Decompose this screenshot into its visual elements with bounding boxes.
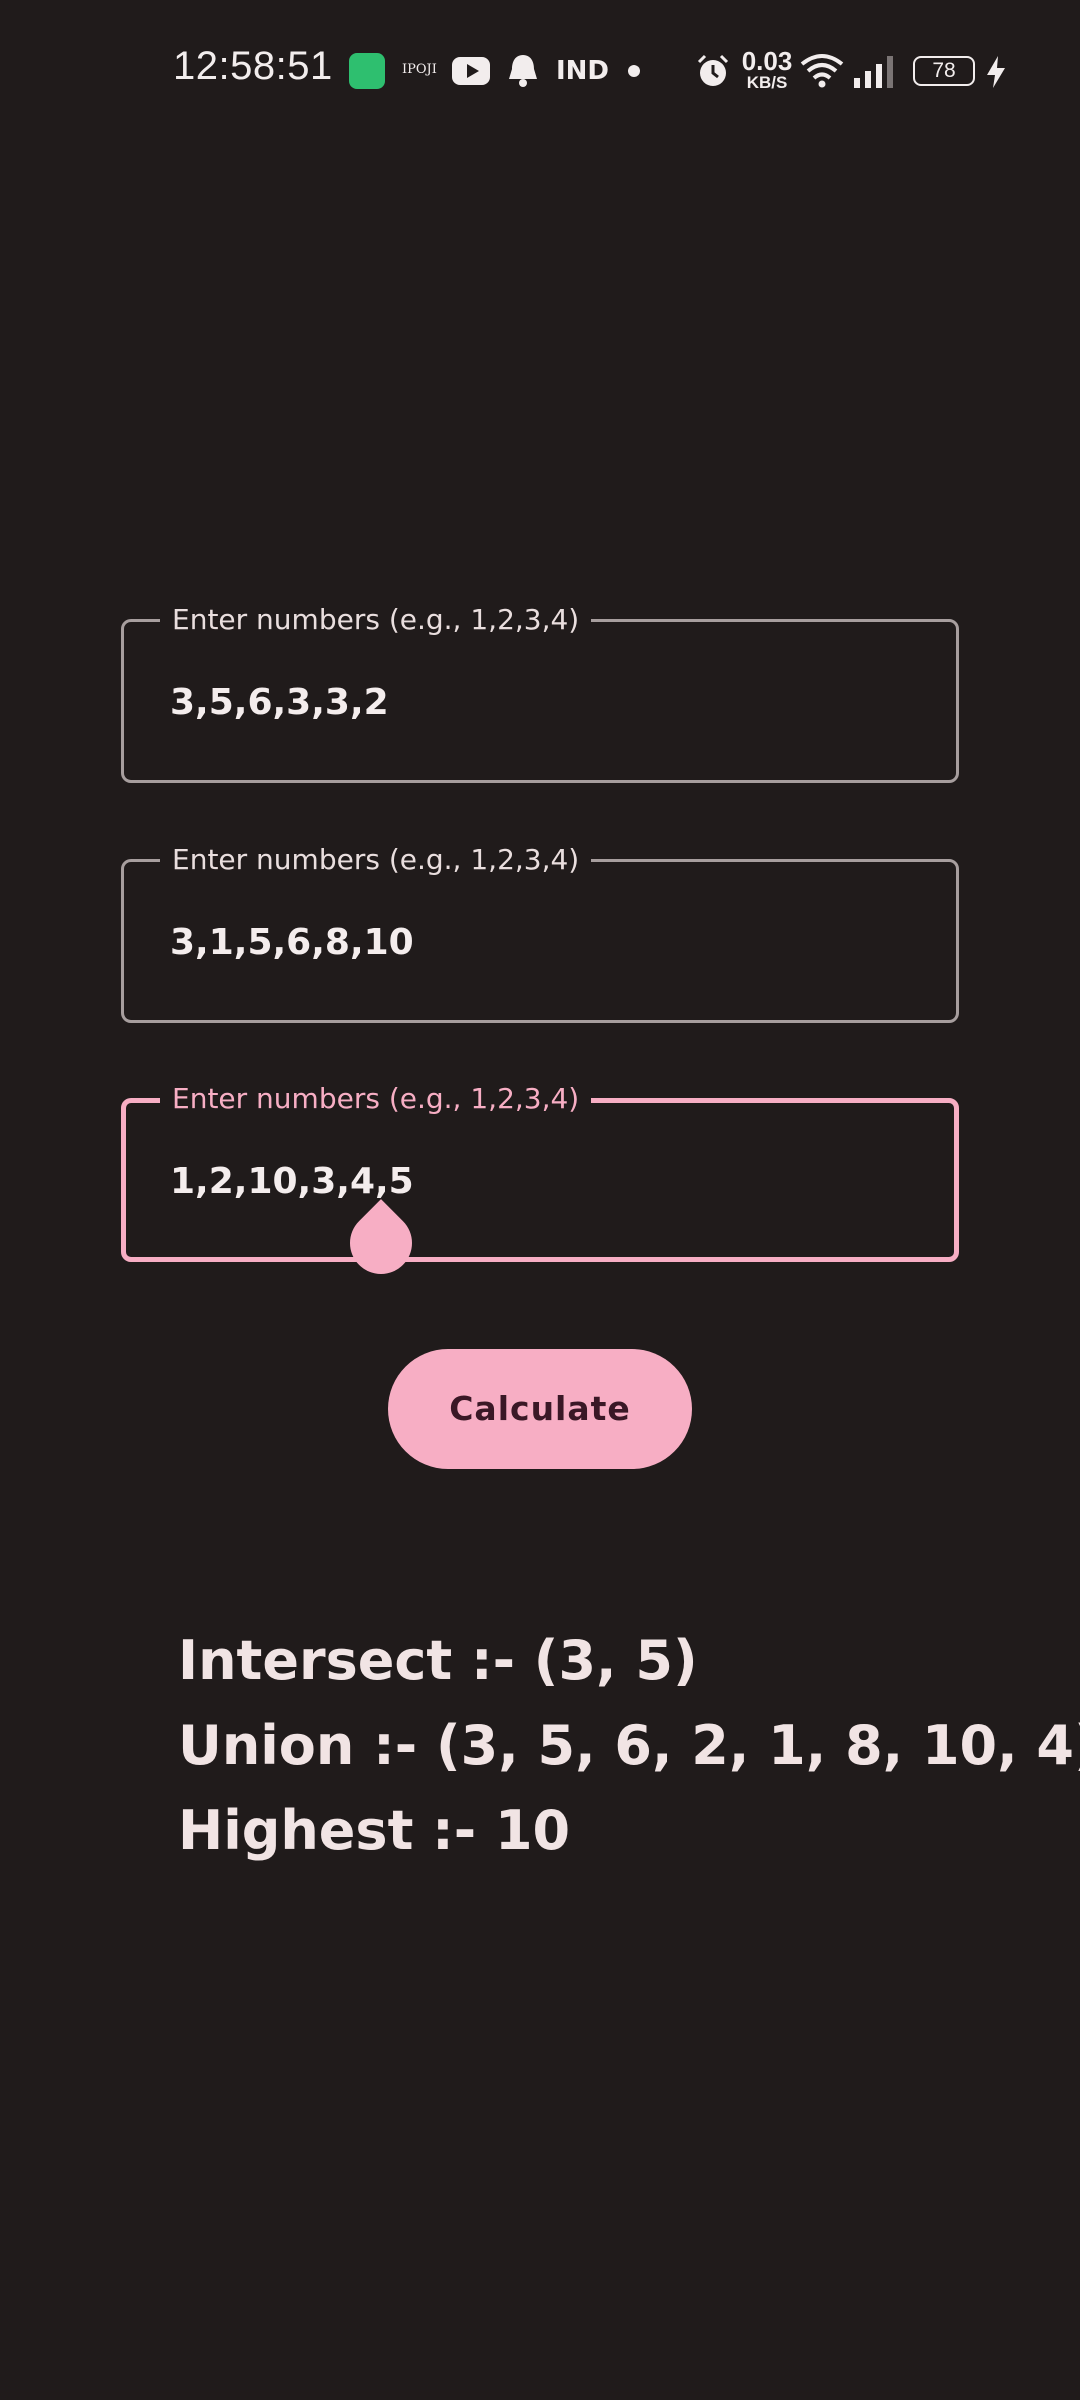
numbers-input-1-value[interactable]: 3,5,6,3,3,2	[170, 682, 389, 723]
numbers-input-1-label: Enter numbers (e.g., 1,2,3,4)	[160, 602, 592, 638]
numbers-input-3-value[interactable]: 1,2,10,3,4,5	[170, 1161, 414, 1202]
status-small-text: IPOJI	[402, 62, 437, 77]
network-label: IND	[556, 56, 610, 86]
speed-value: 0.03	[741, 46, 793, 76]
union-result: Union :- (3, 5, 6, 2, 1, 8, 10, 4)	[178, 1714, 1080, 1777]
speed-unit: KB/S	[746, 73, 788, 92]
alarm-icon	[697, 54, 729, 86]
numbers-input-3-label: Enter numbers (e.g., 1,2,3,4)	[160, 1081, 592, 1117]
numbers-input-3[interactable]: Enter numbers (e.g., 1,2,3,4) 1,2,10,3,4…	[121, 1081, 959, 1262]
youtube-icon	[452, 57, 490, 85]
intersect-result: Intersect :- (3, 5)	[178, 1629, 698, 1692]
numbers-input-2-label: Enter numbers (e.g., 1,2,3,4)	[160, 842, 592, 878]
wifi-icon	[800, 54, 844, 88]
calculate-button[interactable]: Calculate	[388, 1349, 692, 1469]
highest-result: Highest :- 10	[178, 1799, 571, 1862]
signal-icon	[854, 56, 893, 88]
notification-bell-icon	[509, 55, 537, 87]
status-bar: 12:58:51 IPOJI IND 0.03 KB/S 78	[0, 0, 1080, 140]
numbers-input-2[interactable]: Enter numbers (e.g., 1,2,3,4) 3,1,5,6,8,…	[121, 842, 959, 1023]
app-screen: 12:58:51 IPOJI IND 0.03 KB/S 78 Enter nu…	[0, 0, 1080, 2400]
status-time: 12:58:51	[173, 44, 333, 88]
network-speed: 0.03 KB/S	[738, 48, 796, 91]
charging-bolt-icon	[987, 56, 1005, 88]
charging-app-icon	[349, 53, 385, 89]
numbers-input-2-value[interactable]: 3,1,5,6,8,10	[170, 922, 414, 963]
battery-icon: 78	[913, 56, 975, 86]
numbers-input-1[interactable]: Enter numbers (e.g., 1,2,3,4) 3,5,6,3,3,…	[121, 602, 959, 783]
results-panel: Intersect :- (3, 5) Union :- (3, 5, 6, 2…	[178, 1618, 1080, 1873]
dot-icon	[628, 65, 640, 77]
